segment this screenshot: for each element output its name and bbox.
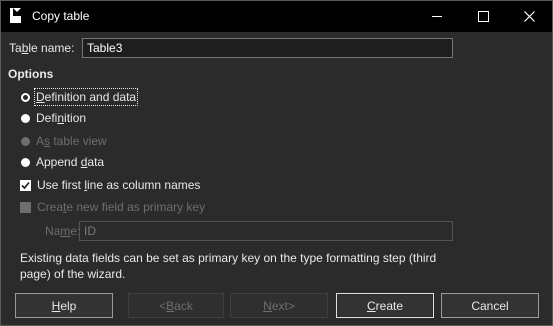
minimize-icon <box>432 16 442 17</box>
next-button: Next> <box>230 293 328 318</box>
info-text: Existing data fields can be set as prima… <box>20 251 437 281</box>
radio-definition[interactable]: Definition <box>21 109 86 127</box>
maximize-button[interactable] <box>460 1 506 32</box>
document-icon <box>10 8 21 23</box>
radio-as-table-view: As table view <box>21 132 107 150</box>
back-button: < Back <box>128 293 224 318</box>
checkbox-create-primary-key: Create new field as primary key <box>20 198 205 216</box>
close-button[interactable] <box>506 1 552 32</box>
title-bar[interactable]: Copy table <box>1 1 552 32</box>
checkbox-indicator <box>20 201 31 213</box>
radio-indicator <box>21 136 30 146</box>
help-button[interactable]: Help <box>15 293 113 318</box>
close-icon <box>523 11 535 22</box>
checkmark-icon <box>21 181 30 189</box>
minimize-button[interactable] <box>414 1 460 32</box>
cancel-button[interactable]: Cancel <box>441 293 539 318</box>
create-button[interactable]: Create <box>336 293 434 318</box>
maximize-icon <box>477 11 489 22</box>
radio-indicator[interactable] <box>21 92 30 102</box>
radio-definition-and-data[interactable]: Definition and data <box>21 88 139 106</box>
checkbox-indicator[interactable] <box>20 179 31 191</box>
radio-indicator[interactable] <box>21 157 30 167</box>
radio-append-data[interactable]: Append data <box>21 153 104 171</box>
primary-key-name-input: ID <box>79 221 453 241</box>
copy-table-dialog: Copy table Table name: Table3 Options De… <box>0 0 553 326</box>
options-heading: Options <box>8 67 54 81</box>
checkbox-use-first-line[interactable]: Use first line as column names <box>20 176 200 194</box>
table-name-input[interactable]: Table3 <box>82 38 453 58</box>
primary-key-name-label: Name: <box>45 224 81 238</box>
window-title: Copy table <box>32 9 90 23</box>
table-name-label: Table name: <box>9 41 75 55</box>
radio-indicator[interactable] <box>21 113 30 123</box>
